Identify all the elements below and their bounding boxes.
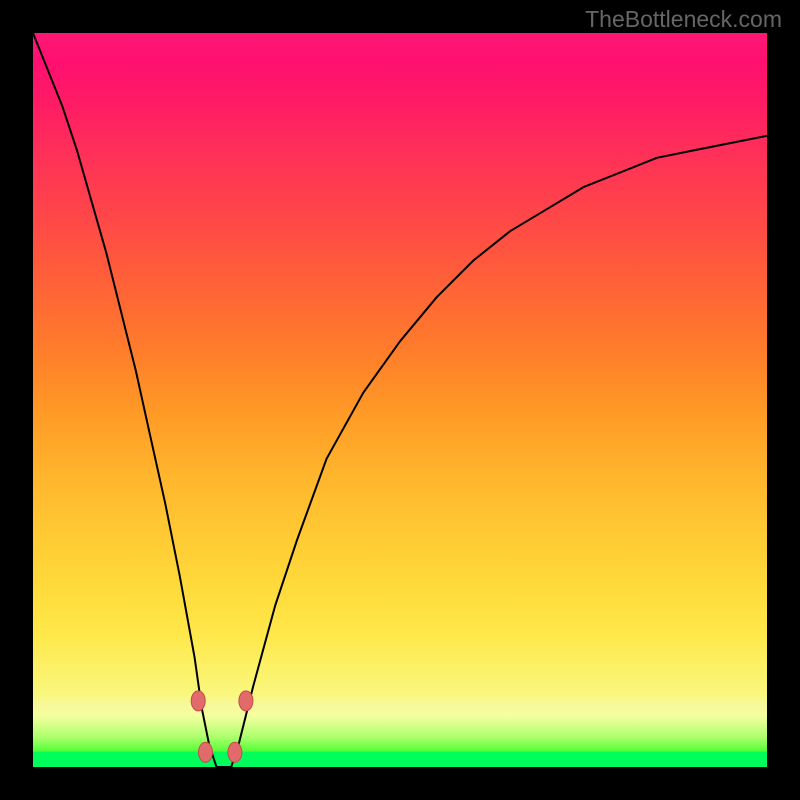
curve-marker <box>199 742 213 762</box>
curve-marker <box>239 691 253 711</box>
bottleneck-curve <box>33 33 767 767</box>
chart-stage: TheBottleneck.com <box>0 0 800 800</box>
plot-area <box>33 33 767 767</box>
curve-marker <box>228 742 242 762</box>
bottleneck-chart <box>33 33 767 767</box>
curve-marker <box>191 691 205 711</box>
source-link[interactable]: TheBottleneck.com <box>585 6 782 33</box>
